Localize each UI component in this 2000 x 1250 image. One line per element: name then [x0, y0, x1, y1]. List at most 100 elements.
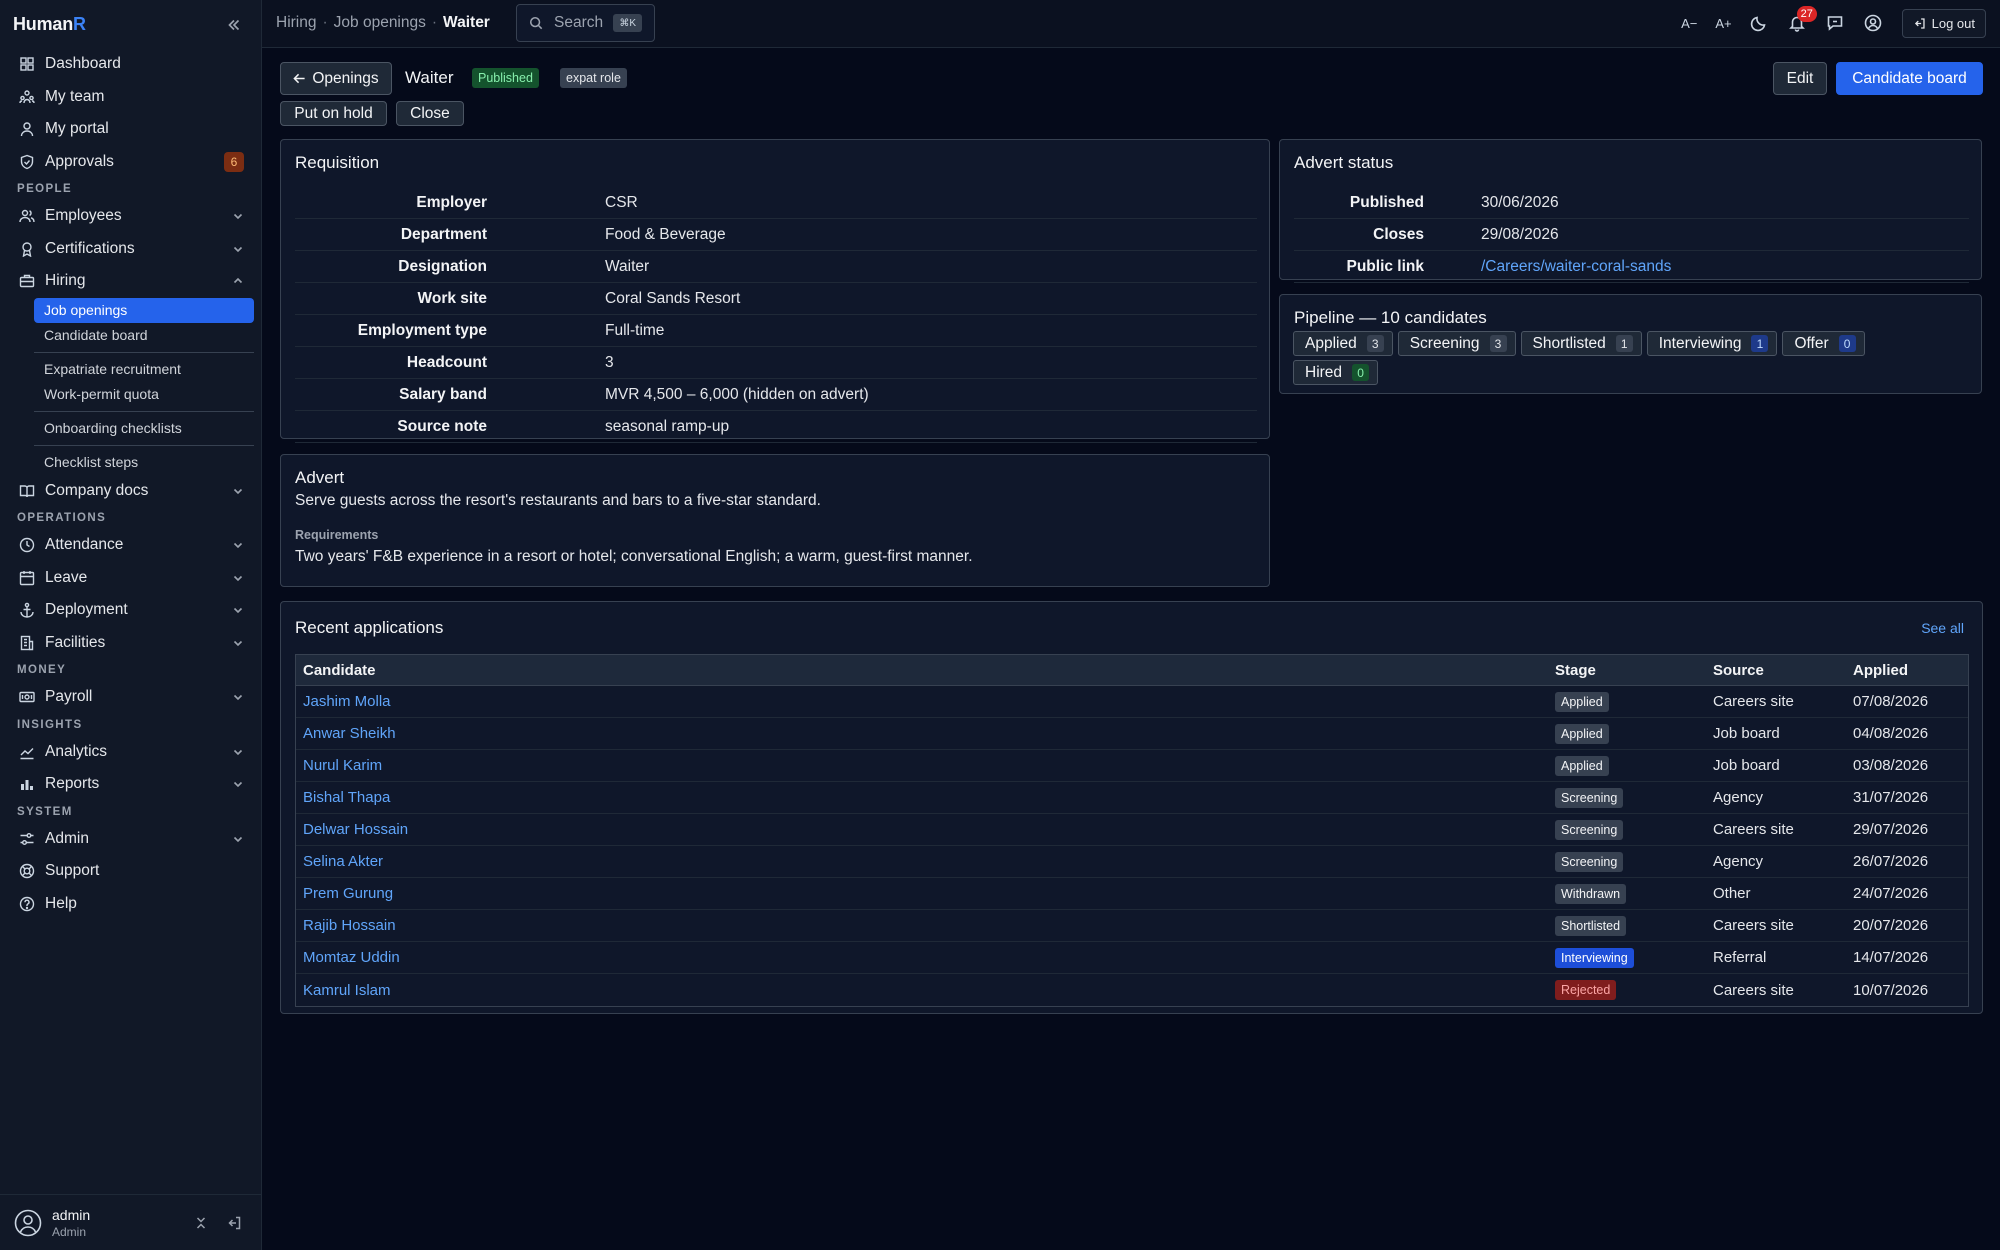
collapse-sidebar-icon[interactable]: [225, 16, 243, 34]
stage-screening[interactable]: Screening 3: [1397, 331, 1516, 356]
sidebar-subitem-onboarding-checklists[interactable]: Onboarding checklists: [34, 416, 254, 441]
stage-hired[interactable]: Hired 0: [1293, 360, 1379, 385]
stage-applied[interactable]: Applied 3: [1293, 331, 1393, 356]
logout-button[interactable]: Log out: [1901, 8, 1986, 38]
notifications-button[interactable]: 27: [1788, 6, 1817, 32]
candidate-name-link[interactable]: Kamrul Islam: [303, 974, 391, 1006]
user-name: admin: [52, 1207, 91, 1223]
source-cell: Careers site: [1713, 693, 1794, 710]
sidebar-item-certifications[interactable]: Certifications: [0, 233, 262, 266]
detail-row: Salary band MVR 4,500 – 6,000 (hidden on …: [295, 379, 1257, 411]
detail-label: Closes: [1373, 225, 1424, 243]
stage-interviewing[interactable]: Interviewing 1: [1646, 331, 1778, 356]
sidebar-item-attendance[interactable]: Attendance: [0, 529, 262, 562]
breadcrumb-hiring[interactable]: Hiring: [276, 14, 316, 32]
chevron-down-icon: [233, 836, 243, 842]
sidebar-subitem-candidate-board[interactable]: Candidate board: [34, 323, 254, 348]
sidebar-item-leave[interactable]: Leave: [0, 562, 262, 595]
approvals-count-badge: 6: [224, 151, 244, 172]
sidebar-item-help[interactable]: Help: [0, 888, 262, 921]
sidebar-item-deployment[interactable]: Deployment: [0, 594, 262, 627]
put-on-hold-button[interactable]: Put on hold: [280, 101, 387, 126]
stage-offer[interactable]: Offer 0: [1782, 331, 1865, 356]
sidebar-item-company-docs[interactable]: Company docs: [0, 475, 262, 508]
candidate-name-link[interactable]: Momtaz Uddin: [303, 942, 400, 973]
table-row[interactable]: Selina Akter Screening Agency 26/07/2026: [296, 846, 1968, 878]
candidate-name-link[interactable]: Delwar Hossain: [303, 814, 408, 845]
candidate-board-button[interactable]: Candidate board: [1836, 62, 1983, 95]
book-icon: [19, 485, 35, 497]
stage-shortlisted[interactable]: Shortlisted 1: [1520, 331, 1642, 356]
avatar[interactable]: [14, 1209, 42, 1237]
sidebar-subitem-expatriate-recruitment[interactable]: Expatriate recruitment: [34, 357, 254, 382]
candidate-name-link[interactable]: Jashim Molla: [303, 686, 391, 717]
candidate-name-link[interactable]: Nurul Karim: [303, 750, 382, 781]
column-header-source[interactable]: Source: [1713, 655, 1764, 685]
sidebar-item-label: Leave: [45, 568, 88, 586]
sidebar-item-label: Approvals: [45, 152, 114, 170]
sidebar-item-label: Company docs: [45, 481, 149, 499]
column-header-candidate[interactable]: Candidate: [303, 655, 376, 685]
table-row[interactable]: Kamrul Islam Rejected Careers site 10/07…: [296, 974, 1968, 1006]
app-logo[interactable]: HumanR: [13, 14, 86, 35]
user-panel: admin Admin: [0, 1194, 262, 1250]
logout-icon[interactable]: [226, 1215, 242, 1231]
candidate-name-link[interactable]: Anwar Sheikh: [303, 718, 396, 749]
sidebar-item-my-team[interactable]: My team: [0, 81, 262, 114]
table-row[interactable]: Rajib Hossain Shortlisted Careers site 2…: [296, 910, 1968, 942]
search-button[interactable]: Search ⌘K: [516, 4, 655, 42]
candidate-name-link[interactable]: Prem Gurung: [303, 878, 393, 909]
sidebar-subitem-job-openings[interactable]: Job openings: [34, 297, 254, 323]
message-icon[interactable]: [1826, 14, 1844, 32]
chevron-down-icon: [233, 749, 243, 755]
see-all-link[interactable]: See all: [1921, 620, 1964, 636]
sidebar-item-my-portal[interactable]: My portal: [0, 113, 262, 146]
sidebar-item-analytics[interactable]: Analytics: [0, 736, 262, 769]
table-row[interactable]: Prem Gurung Withdrawn Other 24/07/2026: [296, 878, 1968, 910]
sidebar-item-hiring[interactable]: Hiring: [0, 265, 262, 298]
sidebar-subitem-checklist-steps[interactable]: Checklist steps: [34, 450, 254, 475]
recent-applications-card: Recent applications See all Candidate St…: [280, 601, 1983, 1014]
candidate-name-link[interactable]: Selina Akter: [303, 846, 383, 877]
role-tag: expat role: [560, 68, 627, 88]
sidebar-item-payroll[interactable]: Payroll: [0, 681, 262, 714]
back-to-openings-button[interactable]: Openings: [280, 62, 392, 95]
sidebar-item-employees[interactable]: Employees: [0, 200, 262, 233]
expand-collapse-icon[interactable]: [193, 1215, 209, 1231]
table-row[interactable]: Momtaz Uddin Interviewing Referral 14/07…: [296, 942, 1968, 974]
advert-title: Advert: [295, 468, 345, 487]
font-decrease-button[interactable]: A−: [1681, 16, 1697, 31]
table-row[interactable]: Jashim Molla Applied Careers site 07/08/…: [296, 686, 1968, 718]
public-link[interactable]: /Careers/waiter-coral-sands: [1481, 251, 1671, 282]
published-date: 30/06/2026: [1481, 193, 1559, 211]
account-icon[interactable]: [1864, 14, 1882, 32]
table-row[interactable]: Bishal Thapa Screening Agency 31/07/2026: [296, 782, 1968, 814]
sidebar-item-facilities[interactable]: Facilities: [0, 627, 262, 660]
notification-count-badge: 27: [1796, 6, 1817, 22]
column-header-stage[interactable]: Stage: [1555, 655, 1596, 685]
shield-check-icon: [20, 154, 34, 169]
sidebar-item-admin[interactable]: Admin: [0, 823, 262, 856]
edit-button[interactable]: Edit: [1773, 62, 1827, 95]
table-row[interactable]: Delwar Hossain Screening Careers site 29…: [296, 814, 1968, 846]
sidebar-item-dashboard[interactable]: Dashboard: [0, 48, 262, 81]
candidate-name-link[interactable]: Rajib Hossain: [303, 910, 396, 941]
detail-row: Source note seasonal ramp-up: [295, 411, 1257, 443]
stage-badge: Interviewing: [1555, 947, 1634, 968]
moon-icon[interactable]: [1750, 14, 1768, 32]
breadcrumb-job-openings[interactable]: Job openings: [334, 14, 426, 32]
source-cell: Agency: [1713, 853, 1764, 870]
column-header-applied[interactable]: Applied: [1853, 655, 1908, 685]
table-row[interactable]: Nurul Karim Applied Job board 03/08/2026: [296, 750, 1968, 782]
sidebar-item-reports[interactable]: Reports: [0, 768, 262, 801]
sidebar-item-support[interactable]: Support: [0, 855, 262, 888]
candidate-name-link[interactable]: Bishal Thapa: [303, 782, 390, 813]
sidebar-item-label: Payroll: [45, 688, 93, 706]
sidebar-subitem-work-permit-quota[interactable]: Work-permit quota: [34, 382, 254, 407]
table-row[interactable]: Anwar Sheikh Applied Job board 04/08/202…: [296, 718, 1968, 750]
sidebar-item-approvals[interactable]: Approvals 6: [0, 146, 262, 179]
sidebar-item-label: Facilities: [45, 633, 106, 651]
font-increase-button[interactable]: A+: [1715, 16, 1731, 31]
advert-card: Advert Serve guests across the resort's …: [280, 454, 1270, 587]
close-job-button[interactable]: Close: [396, 101, 464, 126]
